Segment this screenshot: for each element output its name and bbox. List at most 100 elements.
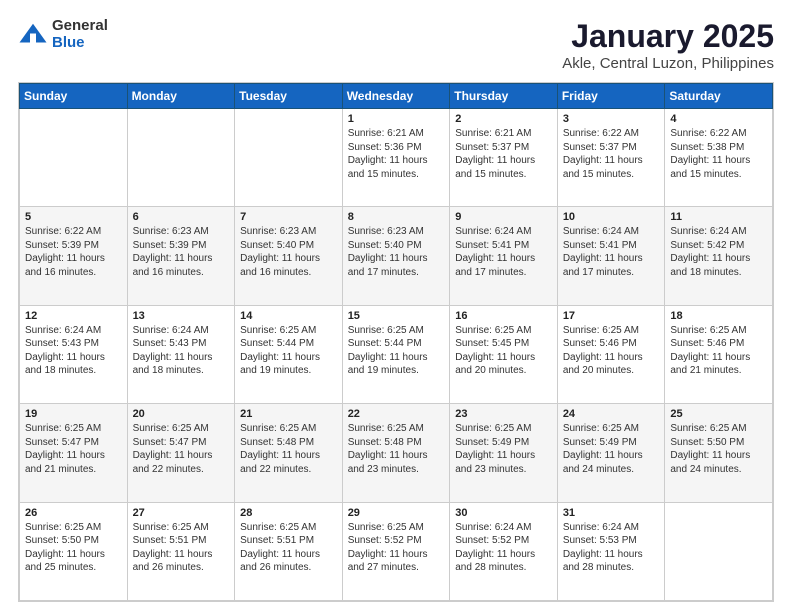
calendar-cell: 16 Sunrise: 6:25 AM Sunset: 5:45 PM Dayli… — [450, 305, 558, 403]
day-info: Sunrise: 6:22 AM Sunset: 5:38 PM Dayligh… — [670, 127, 767, 181]
col-sunday: Sunday — [20, 84, 128, 109]
col-monday: Monday — [127, 84, 235, 109]
calendar: Sunday Monday Tuesday Wednesday Thursday… — [18, 82, 774, 602]
day-info: Sunrise: 6:23 AM Sunset: 5:40 PM Dayligh… — [240, 225, 337, 279]
day-number: 21 — [240, 408, 337, 420]
day-number: 22 — [348, 408, 445, 420]
day-info: Sunrise: 6:24 AM Sunset: 5:43 PM Dayligh… — [133, 324, 230, 378]
header: General Blue January 2025 Akle, Central … — [18, 18, 774, 72]
calendar-cell — [20, 109, 128, 207]
calendar-cell: 13Sunrise: 6:24 AM Sunset: 5:43 PM Dayli… — [127, 305, 235, 403]
calendar-week-1: 1 Sunrise: 6:21 AM Sunset: 5:36 PM Daylig… — [20, 109, 773, 207]
calendar-cell: 30Sunrise: 6:24 AM Sunset: 5:52 PM Dayli… — [450, 502, 558, 600]
calendar-cell — [665, 502, 773, 600]
day-info: Sunrise: 6:25 AM Sunset: 5:51 PM Dayligh… — [240, 521, 337, 575]
day-info: Sunrise: 6:24 AM Sunset: 5:41 PM Dayligh… — [455, 225, 552, 279]
day-number: 19 — [25, 408, 122, 420]
calendar-cell — [235, 109, 343, 207]
day-info: Sunrise: 6:23 AM Sunset: 5:39 PM Dayligh… — [133, 225, 230, 279]
calendar-cell: 2Sunrise: 6:21 AM Sunset: 5:37 PM Daylig… — [450, 109, 558, 207]
col-tuesday: Tuesday — [235, 84, 343, 109]
day-info: Sunrise: 6:25 AM Sunset: 5:50 PM Dayligh… — [25, 521, 122, 575]
calendar-cell: 31 Sunrise: 6:24 AM Sunset: 5:53 PM Dayli… — [557, 502, 665, 600]
calendar-cell: 19 Sunrise: 6:25 AM Sunset: 5:47 PM Dayli… — [20, 404, 128, 502]
day-number: 20 — [133, 408, 230, 420]
calendar-cell: 11 Sunrise: 6:24 AM Sunset: 5:42 PM Dayli… — [665, 207, 773, 305]
day-info: Sunrise: 6:24 AM Sunset: 5:43 PM Dayligh… — [25, 324, 122, 378]
day-info: Sunrise: 6:25 AM Sunset: 5:44 PM Dayligh… — [240, 324, 337, 378]
day-number: 6 — [133, 211, 230, 223]
day-number: 15 — [348, 310, 445, 322]
calendar-header: Sunday Monday Tuesday Wednesday Thursday… — [20, 84, 773, 109]
day-number: 1 — [348, 113, 445, 125]
day-info: Sunrise: 6:25 AM Sunset: 5:51 PM Dayligh… — [133, 521, 230, 575]
calendar-cell: 23 Sunrise: 6:25 AM Sunset: 5:49 PM Dayli… — [450, 404, 558, 502]
calendar-cell: 20 Sunrise: 6:25 AM Sunset: 5:47 PM Dayli… — [127, 404, 235, 502]
day-info: Sunrise: 6:24 AM Sunset: 5:41 PM Dayligh… — [563, 225, 660, 279]
day-info: Sunrise: 6:25 AM Sunset: 5:46 PM Dayligh… — [563, 324, 660, 378]
day-info: Sunrise: 6:25 AM Sunset: 5:48 PM Dayligh… — [348, 422, 445, 476]
day-info: Sunrise: 6:25 AM Sunset: 5:47 PM Dayligh… — [25, 422, 122, 476]
logo-icon — [18, 20, 48, 50]
day-info: Sunrise: 6:22 AM Sunset: 5:37 PM Dayligh… — [563, 127, 660, 181]
calendar-week-4: 19 Sunrise: 6:25 AM Sunset: 5:47 PM Dayli… — [20, 404, 773, 502]
day-number: 17 — [563, 310, 660, 322]
calendar-cell: 6 Sunrise: 6:23 AM Sunset: 5:39 PM Daylig… — [127, 207, 235, 305]
day-info: Sunrise: 6:25 AM Sunset: 5:49 PM Dayligh… — [455, 422, 552, 476]
calendar-week-5: 26Sunrise: 6:25 AM Sunset: 5:50 PM Dayli… — [20, 502, 773, 600]
col-saturday: Saturday — [665, 84, 773, 109]
calendar-cell: 8 Sunrise: 6:23 AM Sunset: 5:40 PM Daylig… — [342, 207, 450, 305]
calendar-cell: 10 Sunrise: 6:24 AM Sunset: 5:41 PM Dayli… — [557, 207, 665, 305]
day-number: 9 — [455, 211, 552, 223]
day-number: 7 — [240, 211, 337, 223]
day-info: Sunrise: 6:25 AM Sunset: 5:52 PM Dayligh… — [348, 521, 445, 575]
day-number: 16 — [455, 310, 552, 322]
col-thursday: Thursday — [450, 84, 558, 109]
day-info: Sunrise: 6:22 AM Sunset: 5:39 PM Dayligh… — [25, 225, 122, 279]
calendar-cell: 15 Sunrise: 6:25 AM Sunset: 5:44 PM Dayli… — [342, 305, 450, 403]
logo: General Blue — [18, 18, 108, 51]
day-info: Sunrise: 6:25 AM Sunset: 5:50 PM Dayligh… — [670, 422, 767, 476]
day-info: Sunrise: 6:25 AM Sunset: 5:46 PM Dayligh… — [670, 324, 767, 378]
calendar-cell: 3Sunrise: 6:22 AM Sunset: 5:37 PM Daylig… — [557, 109, 665, 207]
calendar-cell: 27Sunrise: 6:25 AM Sunset: 5:51 PM Dayli… — [127, 502, 235, 600]
calendar-table: Sunday Monday Tuesday Wednesday Thursday… — [19, 83, 773, 601]
day-number: 29 — [348, 507, 445, 519]
day-number: 24 — [563, 408, 660, 420]
calendar-cell: 21 Sunrise: 6:25 AM Sunset: 5:48 PM Dayli… — [235, 404, 343, 502]
calendar-cell: 25Sunrise: 6:25 AM Sunset: 5:50 PM Dayli… — [665, 404, 773, 502]
calendar-cell: 22 Sunrise: 6:25 AM Sunset: 5:48 PM Dayli… — [342, 404, 450, 502]
logo-blue-text: Blue — [52, 35, 108, 52]
calendar-cell: 29 Sunrise: 6:25 AM Sunset: 5:52 PM Dayli… — [342, 502, 450, 600]
day-info: Sunrise: 6:23 AM Sunset: 5:40 PM Dayligh… — [348, 225, 445, 279]
day-info: Sunrise: 6:24 AM Sunset: 5:53 PM Dayligh… — [563, 521, 660, 575]
day-info: Sunrise: 6:21 AM Sunset: 5:36 PM Dayligh… — [348, 127, 445, 181]
day-number: 31 — [563, 507, 660, 519]
day-info: Sunrise: 6:25 AM Sunset: 5:48 PM Dayligh… — [240, 422, 337, 476]
day-number: 23 — [455, 408, 552, 420]
title-block: January 2025 Akle, Central Luzon, Philip… — [562, 18, 774, 72]
day-number: 11 — [670, 211, 767, 223]
day-info: Sunrise: 6:25 AM Sunset: 5:45 PM Dayligh… — [455, 324, 552, 378]
calendar-cell — [127, 109, 235, 207]
day-info: Sunrise: 6:25 AM Sunset: 5:44 PM Dayligh… — [348, 324, 445, 378]
day-number: 5 — [25, 211, 122, 223]
logo-general-text: General — [52, 18, 108, 35]
col-wednesday: Wednesday — [342, 84, 450, 109]
calendar-week-3: 12 Sunrise: 6:24 AM Sunset: 5:43 PM Dayli… — [20, 305, 773, 403]
day-info: Sunrise: 6:24 AM Sunset: 5:42 PM Dayligh… — [670, 225, 767, 279]
calendar-cell: 4Sunrise: 6:22 AM Sunset: 5:38 PM Daylig… — [665, 109, 773, 207]
logo-text: General Blue — [52, 18, 108, 51]
calendar-cell: 9 Sunrise: 6:24 AM Sunset: 5:41 PM Daylig… — [450, 207, 558, 305]
day-info: Sunrise: 6:25 AM Sunset: 5:47 PM Dayligh… — [133, 422, 230, 476]
calendar-cell: 18Sunrise: 6:25 AM Sunset: 5:46 PM Dayli… — [665, 305, 773, 403]
day-info: Sunrise: 6:21 AM Sunset: 5:37 PM Dayligh… — [455, 127, 552, 181]
day-number: 8 — [348, 211, 445, 223]
day-number: 28 — [240, 507, 337, 519]
calendar-cell: 14Sunrise: 6:25 AM Sunset: 5:44 PM Dayli… — [235, 305, 343, 403]
page: General Blue January 2025 Akle, Central … — [0, 0, 792, 612]
calendar-cell: 1 Sunrise: 6:21 AM Sunset: 5:36 PM Daylig… — [342, 109, 450, 207]
day-number: 30 — [455, 507, 552, 519]
day-number: 12 — [25, 310, 122, 322]
day-number: 10 — [563, 211, 660, 223]
